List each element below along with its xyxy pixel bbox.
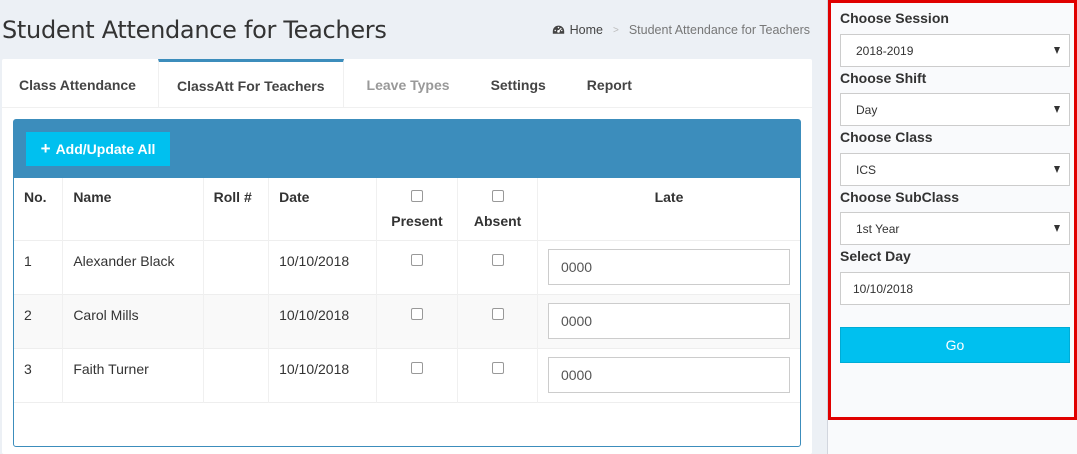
class-select[interactable]: ICS (840, 153, 1070, 186)
row-name: Carol Mills (62, 294, 204, 348)
go-button[interactable]: Go (840, 327, 1070, 363)
present-header-label: Present (391, 213, 443, 229)
col-header-name: Name (62, 178, 204, 240)
col-header-absent: Absent (457, 178, 538, 240)
tabs-panel: Class Attendance ClassAtt For Teachers L… (2, 59, 812, 454)
day-input[interactable] (840, 272, 1070, 305)
add-update-all-button[interactable]: + Add/Update All (26, 132, 170, 166)
subclass-select[interactable]: 1st Year (840, 212, 1070, 245)
row-date: 10/10/2018 (268, 294, 377, 348)
breadcrumb-current: Student Attendance for Teachers (628, 23, 810, 37)
subclass-selected-value: 1st Year (856, 221, 900, 236)
shift-selected-value: Day (856, 102, 878, 117)
subclass-label: Choose SubClass (840, 189, 960, 205)
late-input[interactable] (547, 303, 790, 339)
page-title: Student Attendance for Teachers (2, 16, 387, 44)
session-label: Choose Session (840, 10, 949, 26)
row-roll (203, 294, 270, 348)
row-absent-cell (457, 348, 538, 402)
breadcrumb-separator: > (613, 24, 619, 36)
day-label: Select Day (840, 248, 911, 264)
col-header-date: Date (268, 178, 377, 240)
row-date: 10/10/2018 (268, 348, 377, 402)
table-row: 2 Carol Mills 10/10/2018 (14, 294, 800, 348)
row-no: 1 (14, 240, 64, 294)
breadcrumb: Home > Student Attendance for Teachers (552, 23, 810, 37)
row-roll (203, 240, 270, 294)
present-checkbox[interactable] (410, 253, 423, 266)
row-no: 2 (14, 294, 64, 348)
row-date: 10/10/2018 (268, 240, 377, 294)
col-header-no: No. (14, 178, 64, 240)
dropdown-caret-icon (1054, 166, 1060, 173)
row-absent-cell (457, 294, 538, 348)
session-selected-value: 2018-2019 (856, 43, 914, 58)
dropdown-caret-icon (1054, 106, 1060, 113)
col-header-roll: Roll # (203, 178, 270, 240)
row-present-cell (376, 348, 459, 402)
tab-settings[interactable]: Settings (473, 59, 564, 107)
box-header: + Add/Update All (14, 120, 800, 178)
attendance-table: No. Name Roll # Date Present Absent Late (14, 178, 800, 403)
class-selected-value: ICS (856, 162, 877, 177)
dashboard-gauge-icon (552, 25, 564, 34)
tab-bar: Class Attendance ClassAtt For Teachers L… (2, 59, 812, 108)
dropdown-caret-icon (1054, 225, 1060, 232)
present-checkbox[interactable] (410, 361, 423, 374)
row-present-cell (376, 294, 459, 348)
absent-all-checkbox[interactable] (491, 190, 504, 202)
late-input[interactable] (547, 357, 790, 393)
shift-select[interactable]: Day (840, 93, 1070, 126)
add-update-all-label: Add/Update All (55, 141, 156, 157)
row-absent-cell (457, 240, 538, 294)
breadcrumb-home-link[interactable]: Home (552, 23, 603, 37)
tab-classatt-for-teachers[interactable]: ClassAtt For Teachers (157, 59, 344, 107)
absent-checkbox[interactable] (491, 307, 504, 320)
class-label: Choose Class (840, 129, 933, 145)
row-name: Faith Turner (62, 348, 204, 402)
col-header-present: Present (376, 178, 459, 240)
row-late-cell (537, 294, 800, 348)
session-select[interactable]: 2018-2019 (840, 34, 1070, 67)
row-present-cell (376, 240, 459, 294)
tab-report[interactable]: Report (564, 59, 655, 107)
row-roll (203, 348, 270, 402)
row-late-cell (537, 348, 800, 402)
table-row: 1 Alexander Black 10/10/2018 (14, 240, 800, 294)
present-all-checkbox[interactable] (410, 190, 423, 202)
attendance-box: + Add/Update All No. Name Roll # Date Pr… (13, 119, 801, 447)
absent-checkbox[interactable] (491, 361, 504, 374)
absent-header-label: Absent (473, 213, 522, 229)
tab-leave-types[interactable]: Leave Types (344, 59, 473, 107)
shift-label: Choose Shift (840, 70, 927, 86)
row-no: 3 (14, 348, 64, 402)
late-input[interactable] (547, 249, 790, 285)
row-name: Alexander Black (62, 240, 204, 294)
table-row: 3 Faith Turner 10/10/2018 (14, 348, 800, 402)
present-checkbox[interactable] (410, 307, 423, 320)
dropdown-caret-icon (1054, 47, 1060, 54)
absent-checkbox[interactable] (491, 253, 504, 266)
row-late-cell (537, 240, 800, 294)
tab-class-attendance[interactable]: Class Attendance (2, 59, 158, 107)
table-header-row: No. Name Roll # Date Present Absent Late (14, 178, 800, 240)
breadcrumb-home-label: Home (569, 23, 603, 37)
col-header-late: Late (654, 189, 684, 205)
plus-icon: + (40, 138, 51, 158)
